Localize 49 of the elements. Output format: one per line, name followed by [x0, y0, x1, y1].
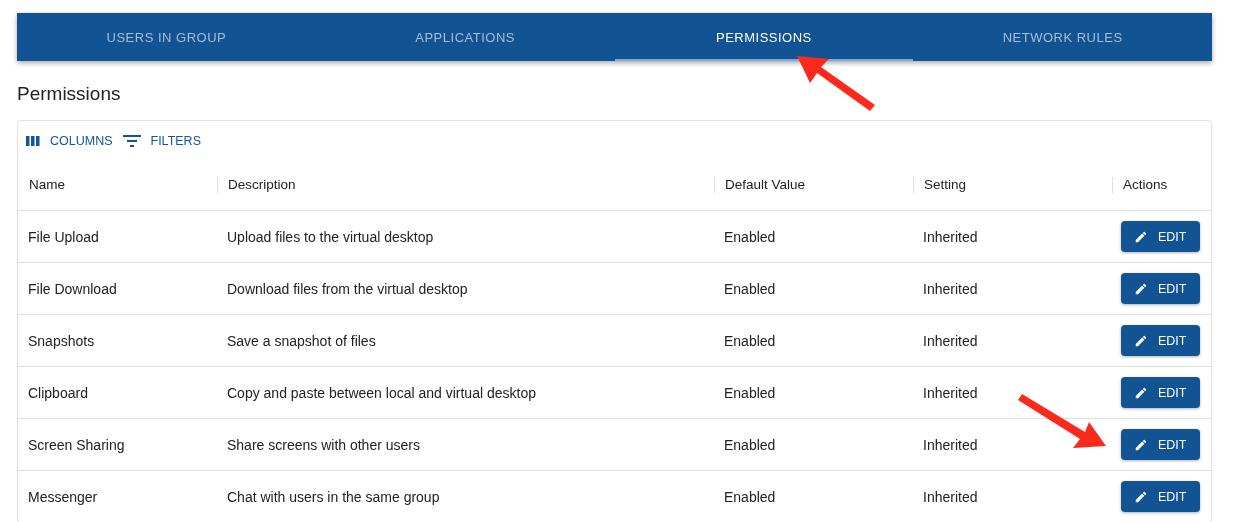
- pencil-icon: [1134, 437, 1148, 452]
- table-cell-text: Enabled: [723, 332, 777, 349]
- table-cell-text: Enabled: [723, 488, 777, 505]
- table-cell-text: Screen Sharing: [27, 436, 126, 453]
- table-cell-text: File Upload: [27, 228, 100, 245]
- table-cell-text: Enabled: [723, 436, 777, 453]
- filters-button[interactable]: FILTERS: [122, 132, 201, 150]
- pencil-icon: [1134, 281, 1148, 296]
- table-cell-text: Copy and paste between local and virtual desktop: [226, 384, 537, 401]
- table-cell-text: Enabled: [723, 384, 777, 401]
- table-cell-text: Messenger: [27, 488, 99, 505]
- table-cell-text: Download files from the virtual desktop: [226, 280, 469, 297]
- table-cell-text: Inherited: [922, 488, 979, 505]
- edit-button[interactable]: EDIT: [1121, 273, 1201, 304]
- table-cell-text: Inherited: [922, 228, 979, 245]
- column-header: Description: [217, 177, 714, 193]
- tab[interactable]: USERS IN GROUP: [17, 13, 316, 61]
- table-cell-text: Enabled: [723, 280, 777, 297]
- table-cell-text: Inherited: [922, 384, 979, 401]
- tab[interactable]: NETWORK RULES: [913, 13, 1212, 61]
- edit-button[interactable]: EDIT: [1121, 429, 1201, 460]
- pencil-icon: [1134, 489, 1148, 504]
- columns-icon: [26, 135, 40, 147]
- table-cell-text: Clipboard: [27, 384, 89, 401]
- edit-button[interactable]: EDIT: [1121, 325, 1201, 356]
- edit-button[interactable]: EDIT: [1121, 481, 1201, 512]
- column-header: Default Value: [714, 177, 913, 193]
- table-cell-text: Chat with users in the same group: [226, 488, 441, 505]
- table-cell-text: Inherited: [922, 436, 979, 453]
- table-cell-text: File Download: [27, 280, 118, 297]
- table-cell-text: Share screens with other users: [226, 436, 421, 453]
- pencil-icon: [1134, 333, 1148, 348]
- columns-button[interactable]: COLUMNS: [26, 132, 113, 150]
- tab[interactable]: APPLICATIONS: [315, 13, 615, 61]
- section-heading: Permissions: [17, 82, 122, 106]
- pencil-icon: [1134, 385, 1148, 400]
- table-cell-text: Inherited: [922, 280, 979, 297]
- edit-button[interactable]: EDIT: [1121, 221, 1201, 252]
- filter-icon: [122, 134, 141, 148]
- table-cell-text: Upload files to the virtual desktop: [226, 228, 435, 245]
- column-header: Setting: [913, 177, 1112, 193]
- edit-button[interactable]: EDIT: [1121, 377, 1201, 408]
- column-header: Actions: [1112, 177, 1210, 193]
- table-cell-text: Inherited: [922, 332, 979, 349]
- column-header: Name: [28, 177, 66, 193]
- table-cell-text: Snapshots: [27, 332, 96, 349]
- table-cell-text: Save a snapshot of files: [226, 332, 377, 349]
- table-cell-text: Enabled: [723, 228, 777, 245]
- pencil-icon: [1134, 229, 1148, 244]
